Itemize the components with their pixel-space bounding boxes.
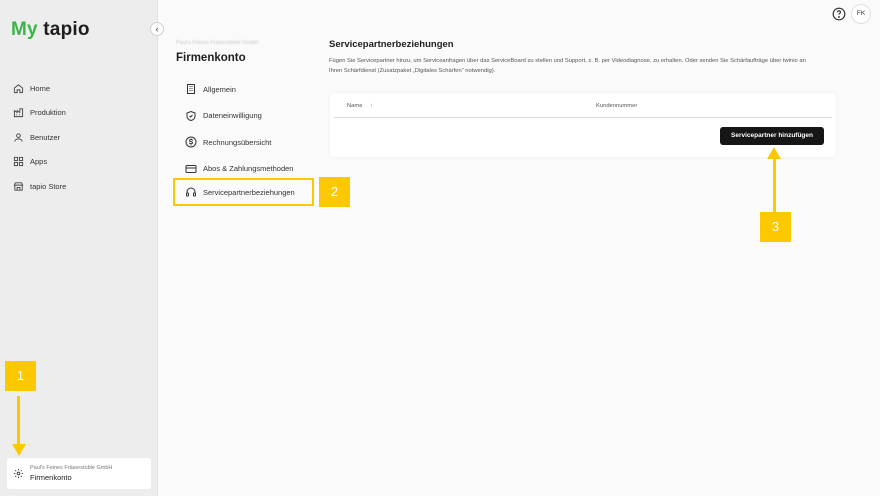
annotation-arrowhead-1 xyxy=(12,444,26,456)
content-title: Servicepartnerbeziehungen xyxy=(329,39,454,50)
shield-check-icon xyxy=(186,110,196,121)
header-divider xyxy=(334,117,832,118)
breadcrumb: Paul's Feines Fräserstüble GmbH xyxy=(176,40,259,46)
account-nav-rechnungsuebersicht[interactable]: Rechnungsübersicht xyxy=(176,129,356,156)
dollar-icon xyxy=(185,136,197,148)
sidebar-item-label: tapio Store xyxy=(30,181,67,191)
column-header-name[interactable]: Name ↑ xyxy=(347,103,373,109)
company-account-button[interactable]: Paul's Feines Fräserstüble GmbH Firmenko… xyxy=(7,458,151,489)
sidebar-item-label: Home xyxy=(30,83,51,93)
sidebar-item-label: Benutzer xyxy=(30,132,61,142)
headset-icon xyxy=(186,187,196,197)
help-icon[interactable] xyxy=(832,7,846,21)
home-icon xyxy=(12,82,24,94)
factory-icon xyxy=(12,107,24,119)
credit-card-icon xyxy=(185,164,197,173)
sidebar-item-label: Apps xyxy=(30,157,48,167)
sidebar-item-produktion[interactable]: Produktion xyxy=(12,101,152,126)
content-description: Fügen Sie Servicepartner hinzu, um Servi… xyxy=(329,58,806,74)
app-logo[interactable]: My tapio xyxy=(11,19,90,41)
column-header-kundennummer[interactable]: Kundennummer xyxy=(596,103,637,109)
chevron-left-icon[interactable]: ‹ xyxy=(150,22,164,36)
sidebar-item-benutzer[interactable]: Benutzer xyxy=(12,125,152,150)
account-nav: Allgemein Dateneinwilligung Rechnungsübe… xyxy=(176,76,356,182)
gear-icon xyxy=(13,468,24,479)
sidebar-item-tapio-store[interactable]: tapio Store xyxy=(12,174,152,199)
page-title: Firmenkonto xyxy=(176,52,246,64)
sort-arrow-icon: ↑ xyxy=(370,103,373,109)
account-nav-allgemein[interactable]: Allgemein xyxy=(176,76,356,103)
annotation-arrow-1 xyxy=(17,396,20,446)
account-nav-servicepartnerbeziehungen[interactable]: Servicepartnerbeziehungen xyxy=(173,178,314,206)
add-service-partner-button[interactable]: Servicepartner hinzufügen xyxy=(720,127,824,145)
main-nav: Home Produktion Benutzer Apps tapio Stor… xyxy=(12,76,152,199)
building-icon xyxy=(187,84,195,95)
service-partner-table: Name ↑ Kundennummer Servicepartner hinzu… xyxy=(330,93,836,157)
sidebar-item-home[interactable]: Home xyxy=(12,76,152,101)
company-account-label: Firmenkonto xyxy=(30,473,72,482)
apps-icon xyxy=(12,156,24,168)
account-nav-dateneinwilligung[interactable]: Dateneinwilligung xyxy=(176,103,356,130)
avatar[interactable]: FK xyxy=(851,4,871,24)
user-icon xyxy=(12,131,24,143)
sidebar-item-apps[interactable]: Apps xyxy=(12,150,152,175)
sidebar-item-label: Produktion xyxy=(30,108,66,118)
annotation-arrow-3 xyxy=(773,158,776,212)
store-icon xyxy=(12,180,24,192)
company-name: Paul's Feines Fräserstüble GmbH xyxy=(30,465,113,471)
annotation-badge-1: 1 xyxy=(5,361,36,391)
annotation-badge-2: 2 xyxy=(319,177,350,207)
annotation-badge-3: 3 xyxy=(760,212,791,242)
sidebar: My tapio Home Produktion Benutzer Apps t… xyxy=(0,0,158,496)
